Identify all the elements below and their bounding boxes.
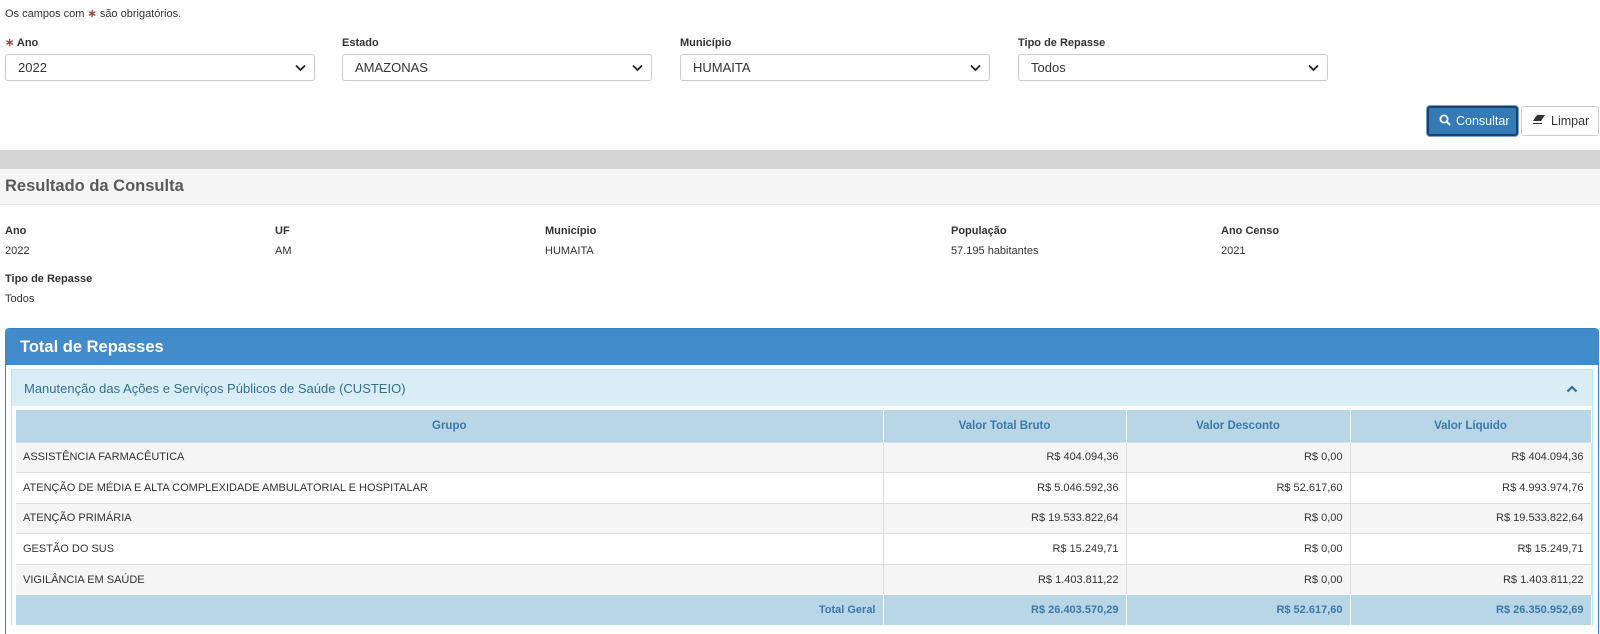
section-body: Grupo Valor Total Bruto Valor Desconto V… xyxy=(12,406,1592,625)
municipio-select-value: HUMAITA xyxy=(693,60,751,75)
info-value: 57.195 habitantes xyxy=(951,245,1039,257)
total-valor-liquido: R$ 26.350.952,69 xyxy=(1350,594,1592,625)
table-row: GESTÃO DO SUS R$ 15.249,71 R$ 0,00 R$ 15… xyxy=(16,533,1592,564)
info-label: Ano Censo xyxy=(1221,225,1280,237)
info-label: Município xyxy=(545,225,597,237)
info-value: 2021 xyxy=(1221,245,1246,257)
cell-grupo: ATENÇÃO PRIMÁRIA xyxy=(16,502,884,534)
chevron-down-icon xyxy=(293,61,307,75)
total-valor-bruto: R$ 26.403.570,29 xyxy=(883,594,1127,625)
ano-select-value: 2022 xyxy=(18,60,47,75)
section-divider xyxy=(0,150,1600,169)
total-valor-desconto: R$ 52.617,60 xyxy=(1126,594,1351,625)
cell-valor-desconto: R$ 0,00 xyxy=(1126,533,1351,564)
municipio-select[interactable]: HUMAITA xyxy=(680,54,990,81)
table-row: ATENÇÃO DE MÉDIA E ALTA COMPLEXIDADE AMB… xyxy=(16,472,1592,503)
chevron-up-icon[interactable] xyxy=(1566,381,1578,396)
tipo-repasse-select[interactable]: Todos xyxy=(1018,54,1328,81)
info-value: AM xyxy=(275,245,292,257)
info-label: UF xyxy=(275,225,290,237)
ano-select[interactable]: 2022 xyxy=(5,54,315,81)
custeio-section-header[interactable]: Manutenção das Ações e Serviços Públicos… xyxy=(12,370,1592,406)
cell-valor-desconto: R$ 0,00 xyxy=(1126,441,1351,473)
cell-grupo: GESTÃO DO SUS xyxy=(16,533,884,564)
table-row: ASSISTÊNCIA FARMACÊUTICA R$ 404.094,36 R… xyxy=(16,441,1592,473)
ano-label-text: Ano xyxy=(16,37,39,49)
info-populacao: População 57.195 habitantes xyxy=(951,225,1038,257)
info-label: População xyxy=(951,225,1007,237)
cell-valor-bruto: R$ 404.094,36 xyxy=(883,441,1127,473)
eraser-icon xyxy=(1532,114,1546,128)
cell-valor-bruto: R$ 1.403.811,22 xyxy=(883,563,1127,595)
note-suffix: são obrigatórios. xyxy=(99,8,182,20)
header-valor-liquido: Valor Líquido xyxy=(1350,410,1592,442)
info-label: Ano xyxy=(5,225,27,237)
chevron-down-icon xyxy=(1306,61,1320,75)
total-repasses-panel: Total de Repasses Manutenção das Ações e… xyxy=(5,328,1599,634)
cell-valor-bruto: R$ 19.533.822,64 xyxy=(883,502,1127,534)
info-value: 2022 xyxy=(5,245,30,257)
cell-valor-liquido: R$ 19.533.822,64 xyxy=(1350,502,1592,534)
cell-grupo: ATENÇÃO DE MÉDIA E ALTA COMPLEXIDADE AMB… xyxy=(16,472,884,503)
custeio-section: Manutenção das Ações e Serviços Públicos… xyxy=(11,369,1593,625)
info-value: HUMAITA xyxy=(545,245,594,257)
total-row: Total Geral R$ 26.403.570,29 R$ 52.617,6… xyxy=(16,594,1592,625)
estado-field: Estado AMAZONAS xyxy=(342,36,652,81)
info-ano-censo: Ano Censo 2021 xyxy=(1221,225,1279,257)
panel-title: Total de Repasses xyxy=(6,329,1598,365)
cell-valor-bruto: R$ 15.249,71 xyxy=(883,533,1127,564)
cell-valor-liquido: R$ 4.993.974,76 xyxy=(1350,472,1592,503)
info-value: Todos xyxy=(5,293,35,305)
search-icon xyxy=(1439,114,1451,129)
estado-label: Estado xyxy=(342,37,379,49)
chevron-down-icon xyxy=(968,61,982,75)
required-star-icon: ∗ xyxy=(87,8,97,20)
result-title: Resultado da Consulta xyxy=(5,177,184,195)
table-row: VIGILÂNCIA EM SAÚDE R$ 1.403.811,22 R$ 0… xyxy=(16,563,1592,595)
consultar-label: Consultar xyxy=(1456,114,1510,128)
cell-valor-bruto: R$ 5.046.592,36 xyxy=(883,472,1127,503)
cell-grupo: ASSISTÊNCIA FARMACÊUTICA xyxy=(16,441,884,473)
ano-field: ∗ Ano 2022 xyxy=(5,36,315,81)
info-tipo-repasse: Tipo de Repasse Todos xyxy=(5,273,92,305)
table-header-row: Grupo Valor Total Bruto Valor Desconto V… xyxy=(16,410,1592,442)
cell-grupo: VIGILÂNCIA EM SAÚDE xyxy=(16,563,884,595)
estado-select-value: AMAZONAS xyxy=(355,60,428,75)
consultar-button[interactable]: Consultar xyxy=(1427,106,1518,136)
municipio-label: Município xyxy=(680,37,732,49)
cell-valor-liquido: R$ 15.249,71 xyxy=(1350,533,1592,564)
info-municipio: Município HUMAITA xyxy=(545,225,596,257)
cell-valor-liquido: R$ 404.094,36 xyxy=(1350,441,1592,473)
cell-valor-liquido: R$ 1.403.811,22 xyxy=(1350,563,1592,595)
limpar-label: Limpar xyxy=(1551,114,1590,128)
info-label: Tipo de Repasse xyxy=(5,273,93,285)
limpar-button[interactable]: Limpar xyxy=(1521,106,1599,136)
result-header: Resultado da Consulta xyxy=(0,169,1600,205)
cell-valor-desconto: R$ 0,00 xyxy=(1126,502,1351,534)
cell-valor-desconto: R$ 52.617,60 xyxy=(1126,472,1351,503)
tipo-repasse-field: Tipo de Repasse Todos xyxy=(1018,36,1328,81)
required-star-icon: ∗ xyxy=(5,37,15,49)
table-row: ATENÇÃO PRIMÁRIA R$ 19.533.822,64 R$ 0,0… xyxy=(16,502,1592,534)
header-grupo: Grupo xyxy=(16,410,884,442)
ano-label: ∗ Ano xyxy=(5,36,315,50)
info-ano: Ano 2022 xyxy=(5,225,29,257)
estado-select[interactable]: AMAZONAS xyxy=(342,54,652,81)
header-valor-desconto: Valor Desconto xyxy=(1126,410,1351,442)
tipo-repasse-label: Tipo de Repasse xyxy=(1018,37,1106,49)
municipio-field: Município HUMAITA xyxy=(680,36,990,81)
info-uf: UF AM xyxy=(275,225,292,257)
repasses-table: Grupo Valor Total Bruto Valor Desconto V… xyxy=(16,410,1592,625)
tipo-repasse-select-value: Todos xyxy=(1031,60,1066,75)
total-label: Total Geral xyxy=(16,594,884,625)
header-valor-bruto: Valor Total Bruto xyxy=(883,410,1127,442)
chevron-down-icon xyxy=(630,61,644,75)
note-prefix: Os campos com xyxy=(5,8,85,20)
section-title: Manutenção das Ações e Serviços Públicos… xyxy=(24,380,406,396)
required-fields-note: Os campos com ∗ são obrigatórios. xyxy=(5,7,181,20)
cell-valor-desconto: R$ 0,00 xyxy=(1126,563,1351,595)
